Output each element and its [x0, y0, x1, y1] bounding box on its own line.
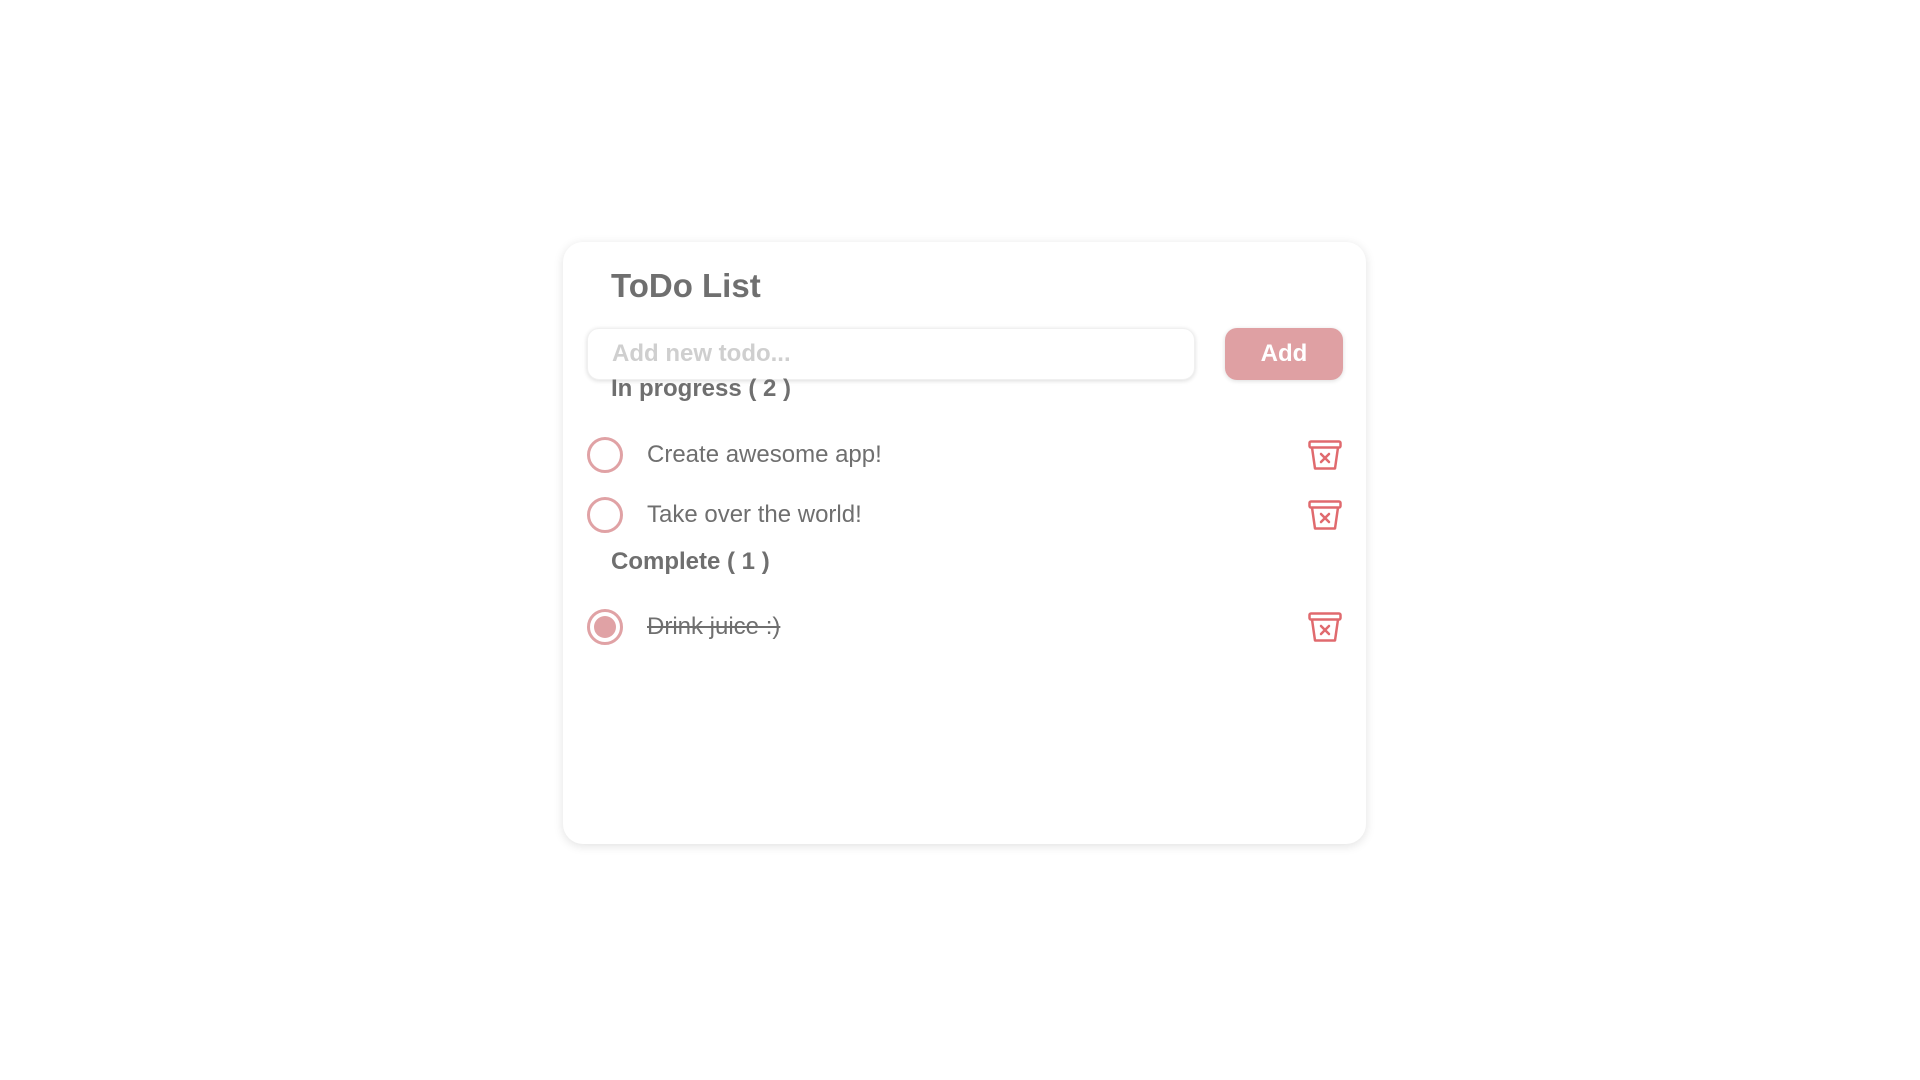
trash-icon[interactable]	[1307, 497, 1343, 533]
new-todo-field[interactable]	[587, 328, 1195, 380]
radio-unchecked-icon[interactable]	[587, 437, 623, 473]
trash-icon[interactable]	[1307, 609, 1343, 645]
todo-label: Drink juice :)	[647, 613, 781, 640]
radio-checked-icon[interactable]	[587, 609, 623, 645]
trash-icon[interactable]	[1307, 437, 1343, 473]
page-title: ToDo List	[611, 267, 761, 304]
todo-item: Drink juice :)	[587, 603, 1343, 651]
todo-label: Create awesome app!	[647, 441, 882, 468]
todo-card: ToDo List Add In progress ( 2 ) Create a…	[563, 242, 1366, 844]
new-todo-input[interactable]	[588, 329, 1194, 379]
todo-item: Take over the world!	[587, 491, 1343, 539]
todo-item: Create awesome app!	[587, 431, 1343, 479]
todo-label: Take over the world!	[647, 501, 862, 528]
radio-unchecked-icon[interactable]	[587, 497, 623, 533]
complete-heading: Complete ( 1 )	[611, 548, 770, 575]
add-button[interactable]: Add	[1225, 328, 1343, 380]
in-progress-heading: In progress ( 2 )	[611, 375, 792, 402]
